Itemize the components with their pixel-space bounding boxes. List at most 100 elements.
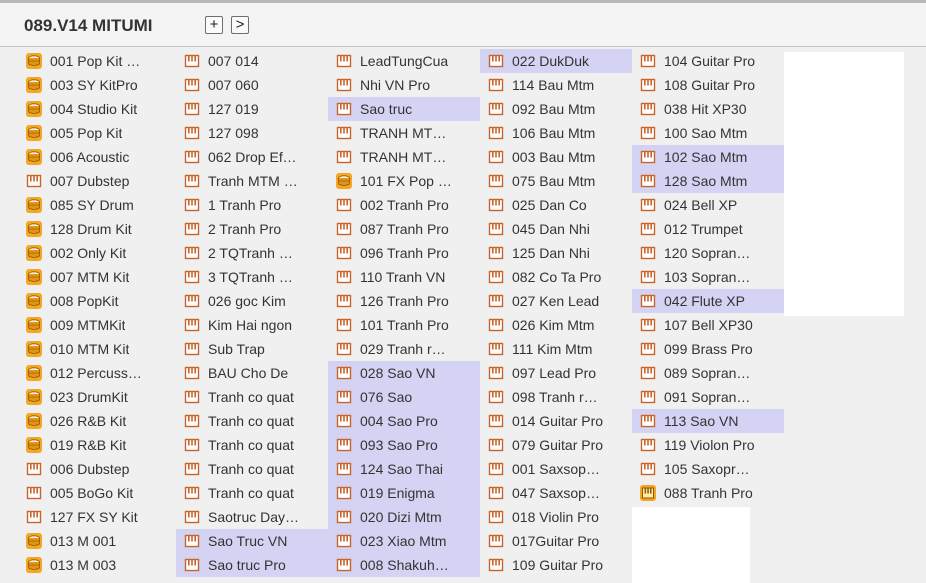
patch-item[interactable]: 103 Soprano Sax (632, 265, 784, 289)
patch-item[interactable]: 089 Soprano Sax (632, 361, 784, 385)
patch-item[interactable]: 026 R&B Kit (18, 409, 170, 433)
patch-item[interactable]: 101 FX Pop Kit (328, 169, 480, 193)
patch-item[interactable]: 004 Studio Kit (18, 97, 170, 121)
patch-item[interactable]: 104 Guitar Pro (632, 49, 784, 73)
patch-item[interactable]: 017Guitar Pro (480, 529, 632, 553)
patch-item[interactable]: BAU Cho De (176, 361, 328, 385)
patch-item[interactable]: 082 Co Ta Pro (480, 265, 632, 289)
patch-item[interactable]: 026 Kim Mtm (480, 313, 632, 337)
patch-item[interactable]: 092 Bau Mtm (480, 97, 632, 121)
patch-item[interactable]: 038 Hit XP30 (632, 97, 784, 121)
patch-item[interactable]: 018 Violin Pro (480, 505, 632, 529)
patch-item[interactable]: 102 Sao Mtm (632, 145, 784, 169)
patch-item[interactable]: 127 FX SY Kit (18, 505, 170, 529)
patch-item[interactable]: 012 Percussion (18, 361, 170, 385)
patch-item[interactable]: Tranh co quat (176, 409, 328, 433)
patch-item[interactable]: 098 Tranh rung (480, 385, 632, 409)
patch-item[interactable]: 047 Saxsoprano (480, 481, 632, 505)
patch-item[interactable]: 091 Soprano Sax (632, 385, 784, 409)
patch-item[interactable]: 127 098 (176, 121, 328, 145)
patch-item[interactable]: 114 Bau Mtm (480, 73, 632, 97)
patch-item[interactable]: Kim Hai ngon (176, 313, 328, 337)
patch-item[interactable]: 096 Tranh Pro (328, 241, 480, 265)
patch-item[interactable]: 027 Ken Lead (480, 289, 632, 313)
patch-item[interactable]: 001 Pop Kit Pro (18, 49, 170, 73)
patch-item[interactable]: 007 014 (176, 49, 328, 73)
patch-item[interactable]: 020 Dizi Mtm (328, 505, 480, 529)
patch-item[interactable]: 019 Enigma (328, 481, 480, 505)
patch-item[interactable]: 024 Bell XP (632, 193, 784, 217)
patch-item[interactable]: 107 Bell XP30 (632, 313, 784, 337)
patch-item[interactable]: Sao truc Pro (176, 553, 328, 577)
patch-item[interactable]: 022 DukDuk (480, 49, 632, 73)
patch-item[interactable]: 111 Kim Mtm (480, 337, 632, 361)
patch-item[interactable]: 099 Brass Pro (632, 337, 784, 361)
patch-item[interactable]: 125 Dan Nhi (480, 241, 632, 265)
patch-item[interactable]: 009 MTMKit (18, 313, 170, 337)
patch-item[interactable]: 100 Sao Mtm (632, 121, 784, 145)
patch-item[interactable]: 019 R&B Kit (18, 433, 170, 457)
patch-item[interactable]: 128 Drum Kit (18, 217, 170, 241)
patch-item[interactable]: 045 Dan Nhi (480, 217, 632, 241)
patch-item[interactable]: 2 Tranh Pro (176, 217, 328, 241)
patch-item[interactable]: 013 M 003 (18, 553, 170, 577)
patch-item[interactable]: Saotruc Day Pro (176, 505, 328, 529)
patch-item[interactable]: 1 Tranh Pro (176, 193, 328, 217)
patch-item[interactable]: 088 Tranh Pro (632, 481, 784, 505)
patch-item[interactable]: 012 Trumpet (632, 217, 784, 241)
patch-item[interactable]: 110 Tranh VN (328, 265, 480, 289)
patch-item[interactable]: 101 Tranh Pro (328, 313, 480, 337)
patch-item[interactable]: 3 TQTranh Pro (176, 265, 328, 289)
patch-item[interactable]: TRANH MTM Pro (328, 121, 480, 145)
patch-item[interactable]: Tranh co quat (176, 457, 328, 481)
patch-item[interactable]: 029 Tranh rung (328, 337, 480, 361)
patch-item[interactable]: 006 Dubstep (18, 457, 170, 481)
patch-item[interactable]: 124 Sao Thai (328, 457, 480, 481)
patch-item[interactable]: 023 Xiao Mtm (328, 529, 480, 553)
patch-item[interactable]: 006 Acoustic (18, 145, 170, 169)
patch-item[interactable]: 004 Sao Pro (328, 409, 480, 433)
patch-item[interactable]: 002 Tranh Pro (328, 193, 480, 217)
patch-item[interactable]: 076 Sao (328, 385, 480, 409)
next-button[interactable]: > (231, 16, 249, 34)
patch-item[interactable]: 087 Tranh Pro (328, 217, 480, 241)
patch-item[interactable]: 007 Dubstep (18, 169, 170, 193)
patch-item[interactable]: 113 Sao VN (632, 409, 784, 433)
patch-item[interactable]: 002 Only Kit (18, 241, 170, 265)
patch-item[interactable]: 010 MTM Kit (18, 337, 170, 361)
patch-item[interactable]: 093 Sao Pro (328, 433, 480, 457)
patch-item[interactable]: 008 PopKit (18, 289, 170, 313)
patch-item[interactable]: 007 MTM Kit (18, 265, 170, 289)
patch-item[interactable]: 062 Drop Effect (176, 145, 328, 169)
patch-item[interactable]: 075 Bau Mtm (480, 169, 632, 193)
patch-item[interactable]: 028 Sao VN (328, 361, 480, 385)
patch-item[interactable]: LeadTungCua (328, 49, 480, 73)
patch-item[interactable]: 2 TQTranh Pro (176, 241, 328, 265)
patch-item[interactable]: 128 Sao Mtm (632, 169, 784, 193)
patch-item[interactable]: 097 Lead Pro (480, 361, 632, 385)
patch-item[interactable]: 126 Tranh Pro (328, 289, 480, 313)
patch-item[interactable]: 026 goc Kim (176, 289, 328, 313)
patch-item[interactable]: 079 Guitar Pro (480, 433, 632, 457)
patch-item[interactable]: 023 DrumKit (18, 385, 170, 409)
patch-item[interactable]: 119 Violon Pro (632, 433, 784, 457)
patch-item[interactable]: 109 Guitar Pro (480, 553, 632, 577)
patch-item[interactable]: 085 SY Drum (18, 193, 170, 217)
patch-item[interactable]: 106 Bau Mtm (480, 121, 632, 145)
patch-item[interactable]: Sao truc (328, 97, 480, 121)
patch-item[interactable]: 005 BoGo Kit (18, 481, 170, 505)
patch-item[interactable]: 025 Dan Co (480, 193, 632, 217)
patch-item[interactable]: 014 Guitar Pro (480, 409, 632, 433)
patch-item[interactable]: 005 Pop Kit (18, 121, 170, 145)
patch-item[interactable]: Tranh co quat (176, 385, 328, 409)
patch-item[interactable]: 042 Flute XP (632, 289, 784, 313)
patch-item[interactable]: 013 M 001 (18, 529, 170, 553)
patch-item[interactable]: 108 Guitar Pro (632, 73, 784, 97)
patch-item[interactable]: Nhi VN Pro (328, 73, 480, 97)
patch-item[interactable]: 003 Bau Mtm (480, 145, 632, 169)
patch-item[interactable]: Tranh MTM Pro (176, 169, 328, 193)
patch-item[interactable]: 127 019 (176, 97, 328, 121)
patch-item[interactable]: TRANH MTM Pro (328, 145, 480, 169)
patch-item[interactable]: Tranh co quat (176, 481, 328, 505)
patch-item[interactable]: 001 Saxsoprano (480, 457, 632, 481)
